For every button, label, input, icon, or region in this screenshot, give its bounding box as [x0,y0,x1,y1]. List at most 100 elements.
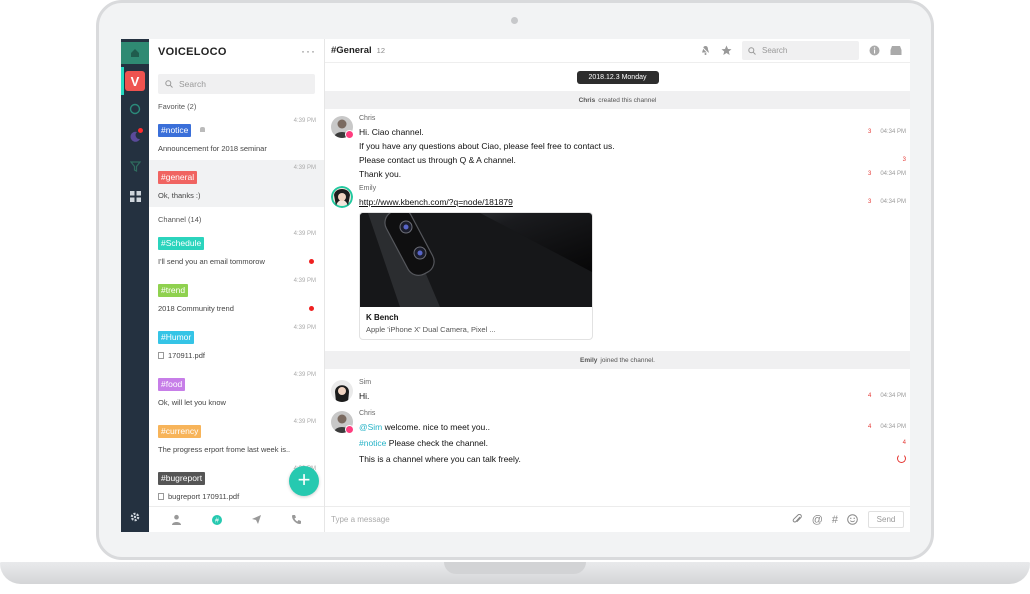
message-text: Thank you. 3 04:34 PM [359,167,910,181]
message-body: If you have any questions about Ciao, pl… [359,141,615,151]
member-count: 12 [376,46,386,55]
system-user: Chris [578,96,596,104]
mute-bell-icon[interactable] [700,45,711,56]
channel-title: #General [331,45,372,56]
channel-item[interactable]: #general Ok, thanks :) 4:39 PM [149,160,324,207]
emoji-icon[interactable] [847,514,858,525]
svg-text:#: # [215,517,219,524]
message-body: This is a channel where you can talk fre… [359,454,521,464]
channel-preview: Ok, thanks :) [158,191,315,200]
notification-dot [138,128,143,133]
system-user: Emily [580,356,598,364]
activity-button[interactable] [125,127,145,147]
home-button[interactable] [121,42,149,64]
message-group: Emily http://www.kbench.com/?q=node/1818… [325,184,910,340]
message-body: Please check the channel. [386,438,489,448]
message-text: http://www.kbench.com/?q=node/181879 3 04:… [359,195,910,209]
user-mention[interactable]: @Sim [359,422,382,432]
apps-button[interactable] [125,186,145,206]
channel-tag: #food [158,378,186,391]
channel-preview: The progress erport frome last week is.. [158,445,315,454]
link-preview-title: K Bench [366,313,399,322]
channel-item[interactable]: #currency The progress erport frome last … [149,414,324,461]
link-preview-card[interactable]: K Bench Apple 'iPhone X' Dual Camera, Pi… [359,212,593,340]
favorite-section-header: Favorite (2) [158,102,197,111]
message-meta: 3 04:34 PM [868,167,906,181]
message-link[interactable]: http://www.kbench.com/?q=node/181879 [359,197,513,207]
drawer-icon[interactable] [890,45,902,56]
camera [511,17,518,24]
person-icon [172,514,182,525]
more-options-button[interactable]: ··· [301,44,316,58]
channel-time: 4:39 PM [293,118,316,124]
channel-preview: 170911.pdf [158,351,315,360]
preview-text: Ok, will let you know [158,398,226,407]
message-time: 04:34 PM [880,129,906,135]
unread-count: 3 [867,199,872,205]
add-channel-button[interactable]: + [289,466,319,496]
list-header: VOICELOCO ··· [149,39,324,63]
retry-icon[interactable] [897,454,906,463]
message-time: 04:34 PM [880,171,906,177]
channel-preview: 2018 Community trend [158,304,315,313]
channel-preview: Ok, will let you know [158,398,315,407]
gear-icon [130,512,140,522]
brand-name: VOICELOCO [158,46,227,58]
channel-search-input[interactable]: Search [158,74,315,94]
settings-button[interactable] [125,507,145,527]
filter-icon [129,160,141,172]
laptop-notch [444,562,586,574]
system-message-created: Chris created this channel [325,91,910,109]
attachment-icon[interactable] [792,514,803,525]
send-tab-button[interactable] [249,513,263,527]
message-input[interactable]: Type a message [331,515,792,524]
workspace-rail: V [121,39,149,532]
preview-text: bugreport 170911.pdf [168,492,240,501]
channel-time: 4:39 PM [293,325,316,331]
message-search-input[interactable]: Search [742,41,859,60]
channel-item[interactable]: #Humor 170911.pdf 4:39 PM [149,320,324,367]
paper-plane-icon [251,515,261,524]
message-search-placeholder: Search [762,46,788,55]
sender-name: Emily [359,185,377,192]
info-icon[interactable] [869,45,880,56]
preview-text: 170911.pdf [168,351,205,360]
channel-tag: #bugreport [158,472,206,485]
unread-count: 3 [867,129,872,135]
mention-icon[interactable]: @ [812,514,823,526]
system-text: joined the channel. [600,356,655,364]
message-meta: 4 04:34 PM [868,389,906,403]
message-time: 04:34 PM [880,393,906,399]
channel-item[interactable]: #food Ok, will let you know 4:39 PM [149,367,324,414]
channels-tab-button[interactable]: # [210,513,224,527]
app-window: V VOICELOCO ··· Search Favorite (2) #not… [121,39,910,532]
preview-text: I'll send you an email tommorow [158,257,265,266]
hashtag-icon[interactable]: # [832,514,838,526]
avatar[interactable] [331,186,353,208]
channel-time: 4:39 PM [293,372,316,378]
channel-list: #Schedule I'll send you an email tommorow… [149,226,324,508]
channel-item[interactable]: #Schedule I'll send you an email tommorow… [149,226,324,273]
preview-text: 2018 Community trend [158,304,234,313]
channel-item[interactable]: #notice Announcement for 2018 seminar 4:39… [149,113,324,160]
star-icon[interactable] [721,45,732,56]
channel-item[interactable]: #trend 2018 Community trend 4:39 PM [149,273,324,320]
call-tab-button[interactable] [289,513,303,527]
message-body: Please contact us through Q & A channel. [359,155,516,165]
favorite-list: #notice Announcement for 2018 seminar 4:39… [149,113,324,207]
message-time: 04:34 PM [880,199,906,205]
filter-button[interactable] [125,156,145,176]
send-button[interactable]: Send [868,511,904,528]
contacts-button[interactable] [170,513,184,527]
avatar[interactable] [331,380,353,402]
unread-count: 4 [867,424,872,430]
message-text: This is a channel where you can talk fre… [359,452,910,466]
channel-mention[interactable]: #notice [359,438,386,448]
preview-text: Announcement for 2018 seminar [158,144,267,153]
message-text: #notice Please check the channel. 4 [359,436,910,450]
explore-button[interactable] [125,99,145,119]
message-text: Please contact us through Q & A channel.… [359,153,910,167]
message-meta: 3 04:34 PM [868,195,906,209]
unread-count: 3 [867,171,872,177]
workspace-voiceloco[interactable]: V [125,71,145,91]
